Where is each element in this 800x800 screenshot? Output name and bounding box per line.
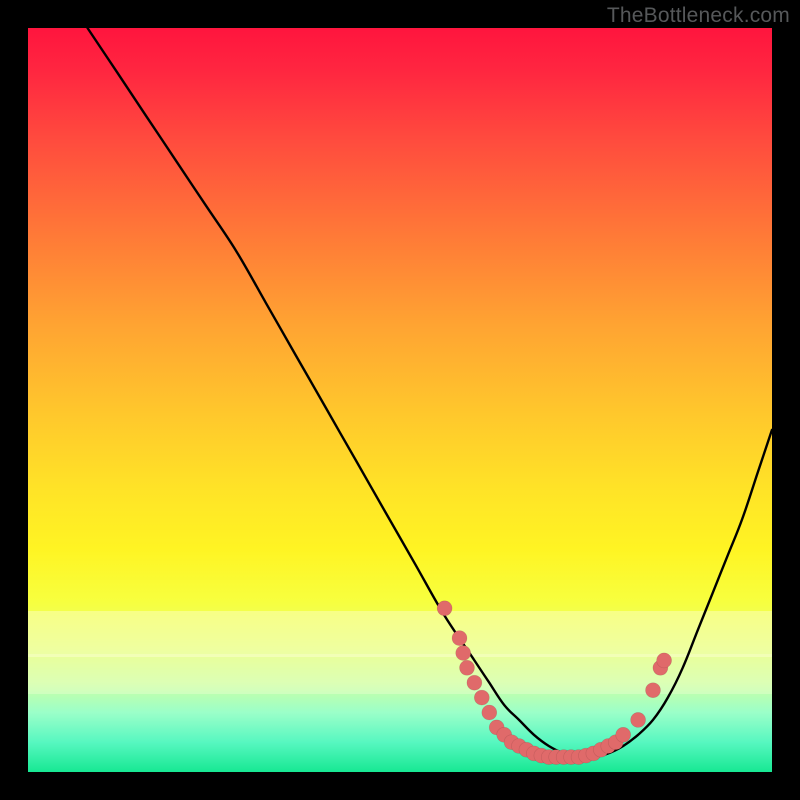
attribution-label: TheBottleneck.com: [607, 4, 790, 28]
data-point-dot: [646, 683, 661, 698]
data-point-dot: [616, 727, 631, 742]
scatter-group: [437, 601, 671, 765]
data-point-dot: [657, 653, 672, 668]
data-point-dot: [437, 601, 452, 616]
chart-frame: TheBottleneck.com: [0, 0, 800, 800]
data-point-dot: [452, 631, 467, 646]
data-point-dot: [467, 675, 482, 690]
data-point-dot: [460, 660, 475, 675]
bottleneck-curve-svg: [28, 28, 772, 772]
data-point-dot: [482, 705, 497, 720]
data-point-dot: [456, 646, 471, 661]
plot-area: [28, 28, 772, 772]
data-point-dot: [474, 690, 489, 705]
data-point-dot: [631, 712, 646, 727]
bottleneck-curve-path: [88, 28, 773, 758]
